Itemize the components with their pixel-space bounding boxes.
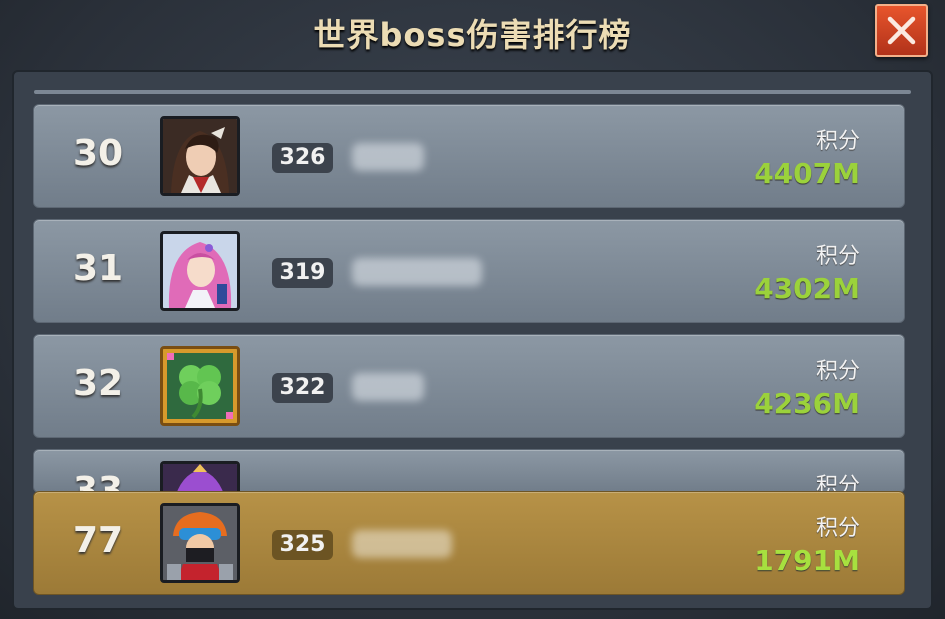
level-badge: 322 — [272, 373, 333, 403]
masked-ninja-portrait-icon — [163, 506, 237, 580]
score-label: 积分 — [815, 359, 860, 384]
player-name-blurred — [352, 258, 482, 286]
score-value: 4302M — [754, 272, 860, 305]
player-name-blurred — [352, 373, 424, 401]
score-value: 4236M — [754, 387, 860, 420]
player-avatar[interactable] — [160, 231, 240, 311]
rank-number: 31 — [72, 248, 124, 289]
close-icon — [887, 16, 916, 45]
player-avatar[interactable] — [160, 116, 240, 196]
four-leaf-clover-portrait-icon — [163, 349, 237, 423]
score-label: 积分 — [815, 129, 860, 154]
player-avatar[interactable] — [160, 346, 240, 426]
leaderboard-row[interactable]: 31 319 积分 4302M — [33, 219, 905, 323]
rank-number: 32 — [72, 363, 124, 404]
rank-number: 77 — [72, 520, 124, 561]
player-avatar[interactable] — [160, 503, 240, 583]
my-rank-row[interactable]: 77 325 积分 1791M — [33, 491, 905, 595]
player-name-blurred — [352, 143, 424, 171]
page-title: 世界boss伤害排行榜 — [313, 16, 632, 54]
level-badge: 326 — [272, 143, 333, 173]
player-name-blurred — [352, 530, 452, 558]
level-badge: 325 — [272, 530, 333, 560]
leaderboard-panel[interactable]: 30 326 积分 4407M 31 319 积分 4302M 32 322 积… — [12, 70, 933, 610]
header: 世界boss伤害排行榜 — [0, 0, 945, 66]
scroll-edge-line — [34, 90, 911, 94]
female-warrior-portrait-icon — [163, 119, 237, 193]
leaderboard-row[interactable]: 33 积分 — [33, 449, 905, 511]
close-button[interactable] — [875, 4, 928, 57]
score-value: 1791M — [754, 544, 860, 577]
rank-number: 30 — [72, 133, 124, 174]
score-label: 积分 — [815, 244, 860, 269]
leaderboard-row[interactable]: 30 326 积分 4407M — [33, 104, 905, 208]
pink-hair-mage-portrait-icon — [163, 234, 237, 308]
score-value: 4407M — [754, 157, 860, 190]
level-badge: 319 — [272, 258, 333, 288]
score-label: 积分 — [815, 516, 860, 541]
leaderboard-row[interactable]: 32 322 积分 4236M — [33, 334, 905, 438]
